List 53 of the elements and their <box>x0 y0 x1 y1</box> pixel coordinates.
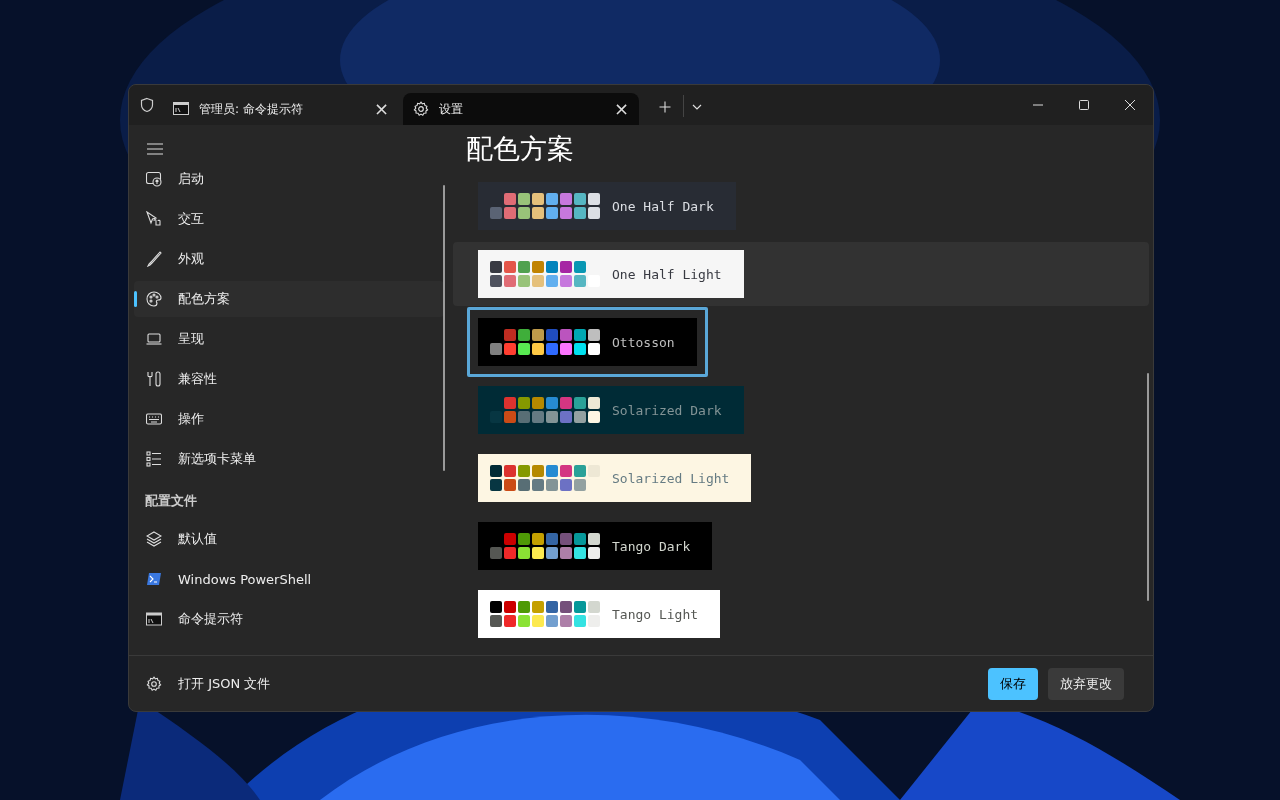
discard-button[interactable]: 放弃更改 <box>1048 667 1124 700</box>
open-json-item[interactable]: 打开 JSON 文件 <box>146 674 271 693</box>
scheme-name: Solarized Light <box>612 470 730 486</box>
scrollbar[interactable] <box>1147 373 1149 601</box>
scheme-name: Tango Light <box>612 606 699 622</box>
scheme-name: Ottosson <box>612 334 675 350</box>
terminal-icon <box>173 101 189 117</box>
close-tab-button[interactable]: × <box>613 100 629 118</box>
sidebar-item[interactable]: 配色方案 <box>134 281 444 317</box>
settings-icon <box>146 675 162 692</box>
tab[interactable]: 管理员: 命令提示符 × <box>163 93 399 125</box>
section-title: 配置文件 <box>144 492 198 510</box>
settings-icon <box>413 101 429 117</box>
menu-icon[interactable] <box>147 143 163 155</box>
close-tab-button[interactable]: × <box>373 100 389 118</box>
sidebar-item[interactable]: 新选项卡菜单 <box>134 441 444 477</box>
palette-icon <box>146 291 162 307</box>
pointer-icon <box>146 211 162 227</box>
new-tab-icon[interactable] <box>659 101 671 113</box>
scheme-name: Tango Dark <box>612 538 691 554</box>
sidebar-item[interactable]: 默认值 <box>134 521 444 557</box>
scheme-name: One Half Light <box>612 266 722 282</box>
scheme-name: One Half Dark <box>612 198 714 214</box>
sidebar-item[interactable]: 呈现 <box>134 321 444 357</box>
sidebar-item[interactable]: 兼容性 <box>134 361 444 397</box>
list-icon <box>146 451 162 467</box>
item-label: 打开 JSON 文件 <box>178 674 271 693</box>
terminal-icon <box>146 611 162 627</box>
tab-title: 管理员: 命令提示符 <box>199 100 304 118</box>
laptop-icon <box>146 331 162 347</box>
scheme-card[interactable]: Ottosson <box>467 307 708 377</box>
layers-icon <box>146 531 162 547</box>
scrollbar[interactable] <box>443 185 445 471</box>
tab[interactable]: 设置 × <box>403 93 639 125</box>
rocket-window-icon <box>146 171 162 187</box>
shield-icon <box>139 97 155 113</box>
tab-title: 设置 <box>439 100 464 118</box>
sidebar-item[interactable]: 操作 <box>134 401 444 437</box>
dropdown-icon[interactable] <box>692 104 702 110</box>
page-title: 配色方案 <box>466 133 575 166</box>
brush-icon <box>146 251 162 267</box>
sidebar-item[interactable]: Windows PowerShell <box>134 561 444 597</box>
scheme-name: Solarized Dark <box>612 402 722 418</box>
sidebar-item[interactable]: 命令提示符 <box>134 601 444 637</box>
sidebar-item[interactable]: 交互 <box>134 201 444 237</box>
save-button[interactable]: 保存 <box>988 667 1038 700</box>
keyboard-icon <box>146 411 162 427</box>
close-icon[interactable] <box>1125 100 1135 110</box>
sidebar-item[interactable]: 启动 <box>134 161 444 197</box>
tools-icon <box>146 371 162 387</box>
powershell-icon <box>146 571 162 587</box>
maximize-icon[interactable] <box>1079 100 1089 110</box>
sidebar-item[interactable]: 外观 <box>134 241 444 277</box>
